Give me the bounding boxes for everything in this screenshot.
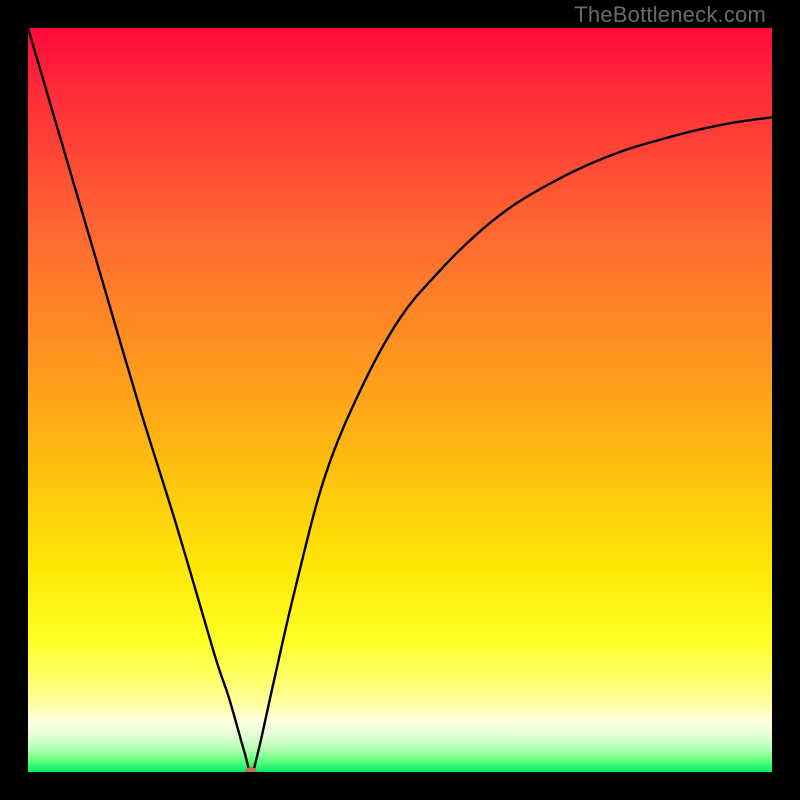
watermark-text: TheBottleneck.com <box>574 2 766 28</box>
chart-frame: TheBottleneck.com <box>0 0 800 800</box>
bottleneck-curve <box>28 28 772 772</box>
minimum-marker <box>245 767 257 772</box>
plot-area <box>28 28 772 772</box>
